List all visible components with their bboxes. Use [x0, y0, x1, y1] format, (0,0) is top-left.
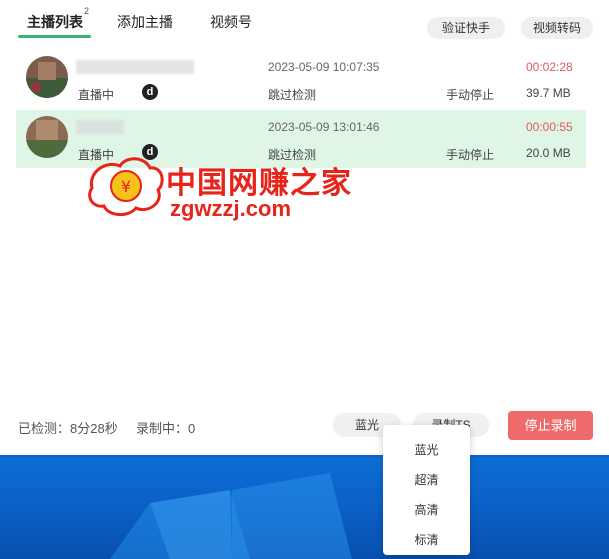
stop-mode: 手动停止: [446, 148, 495, 162]
active-tab-underline: [18, 35, 91, 38]
platform-d-icon: d: [142, 84, 158, 100]
verify-kuaishou-button[interactable]: 验证快手: [427, 17, 505, 39]
file-size: 20.0 MB: [526, 146, 571, 160]
recording-value: 0: [188, 421, 196, 436]
anchor-row[interactable]: 直播中 d 2023-05-09 10:07:35 跳过检测 手动停止 00:0…: [16, 50, 586, 108]
tab-anchor-list-badge: 2: [84, 6, 90, 16]
recording-label: 录制中：: [136, 421, 189, 436]
file-size: 39.7 MB: [526, 86, 571, 100]
video-convert-button[interactable]: 视频转码: [521, 17, 593, 39]
tab-channels[interactable]: 视频号: [210, 12, 252, 32]
quality-option[interactable]: 高清: [383, 501, 470, 518]
checked-label: 已检测：: [18, 421, 71, 436]
quality-option[interactable]: 超清: [383, 471, 470, 488]
record-duration: 00:02:28: [526, 60, 573, 74]
record-start-time: 2023-05-09 10:07:35: [268, 60, 380, 74]
anchor-name-blurred: [76, 120, 124, 134]
tab-add-anchor-label: 添加主播: [117, 14, 173, 30]
quality-dropdown-menu: 蓝光 超清 高清 标清: [383, 425, 470, 555]
record-start-time: 2023-05-09 13:01:46: [268, 120, 380, 134]
watermark-logo: ¥: [86, 152, 166, 222]
desktop-wallpaper: [0, 455, 609, 559]
avatar: [26, 56, 68, 98]
checked-time-label: 已检测：8分28秒: [18, 418, 118, 437]
anchor-name-blurred: [76, 60, 194, 74]
tab-anchor-list[interactable]: 主播列表: [27, 12, 83, 32]
stop-mode: 手动停止: [446, 88, 495, 102]
checked-value: 8分28秒: [70, 421, 118, 436]
watermark-url: zgwzzj.com: [170, 196, 292, 221]
live-status: 直播中: [78, 88, 115, 102]
tab-anchor-list-label: 主播列表: [27, 14, 83, 30]
app-window: 主播列表 2 添加主播 视频号 验证快手 视频转码 直播中 d 2023-05-…: [0, 0, 609, 455]
stop-recording-button[interactable]: 停止录制: [508, 411, 593, 440]
quality-option[interactable]: 标清: [383, 531, 470, 548]
avatar: [26, 116, 68, 158]
recording-count-label: 录制中：0: [136, 418, 195, 437]
quality-option[interactable]: 蓝光: [383, 441, 470, 458]
tab-add-anchor[interactable]: 添加主播: [117, 12, 173, 32]
tab-channels-label: 视频号: [210, 14, 252, 30]
record-duration: 00:00:55: [526, 120, 573, 134]
svg-text:¥: ¥: [121, 177, 131, 196]
detect-mode: 跳过检测: [268, 88, 317, 102]
